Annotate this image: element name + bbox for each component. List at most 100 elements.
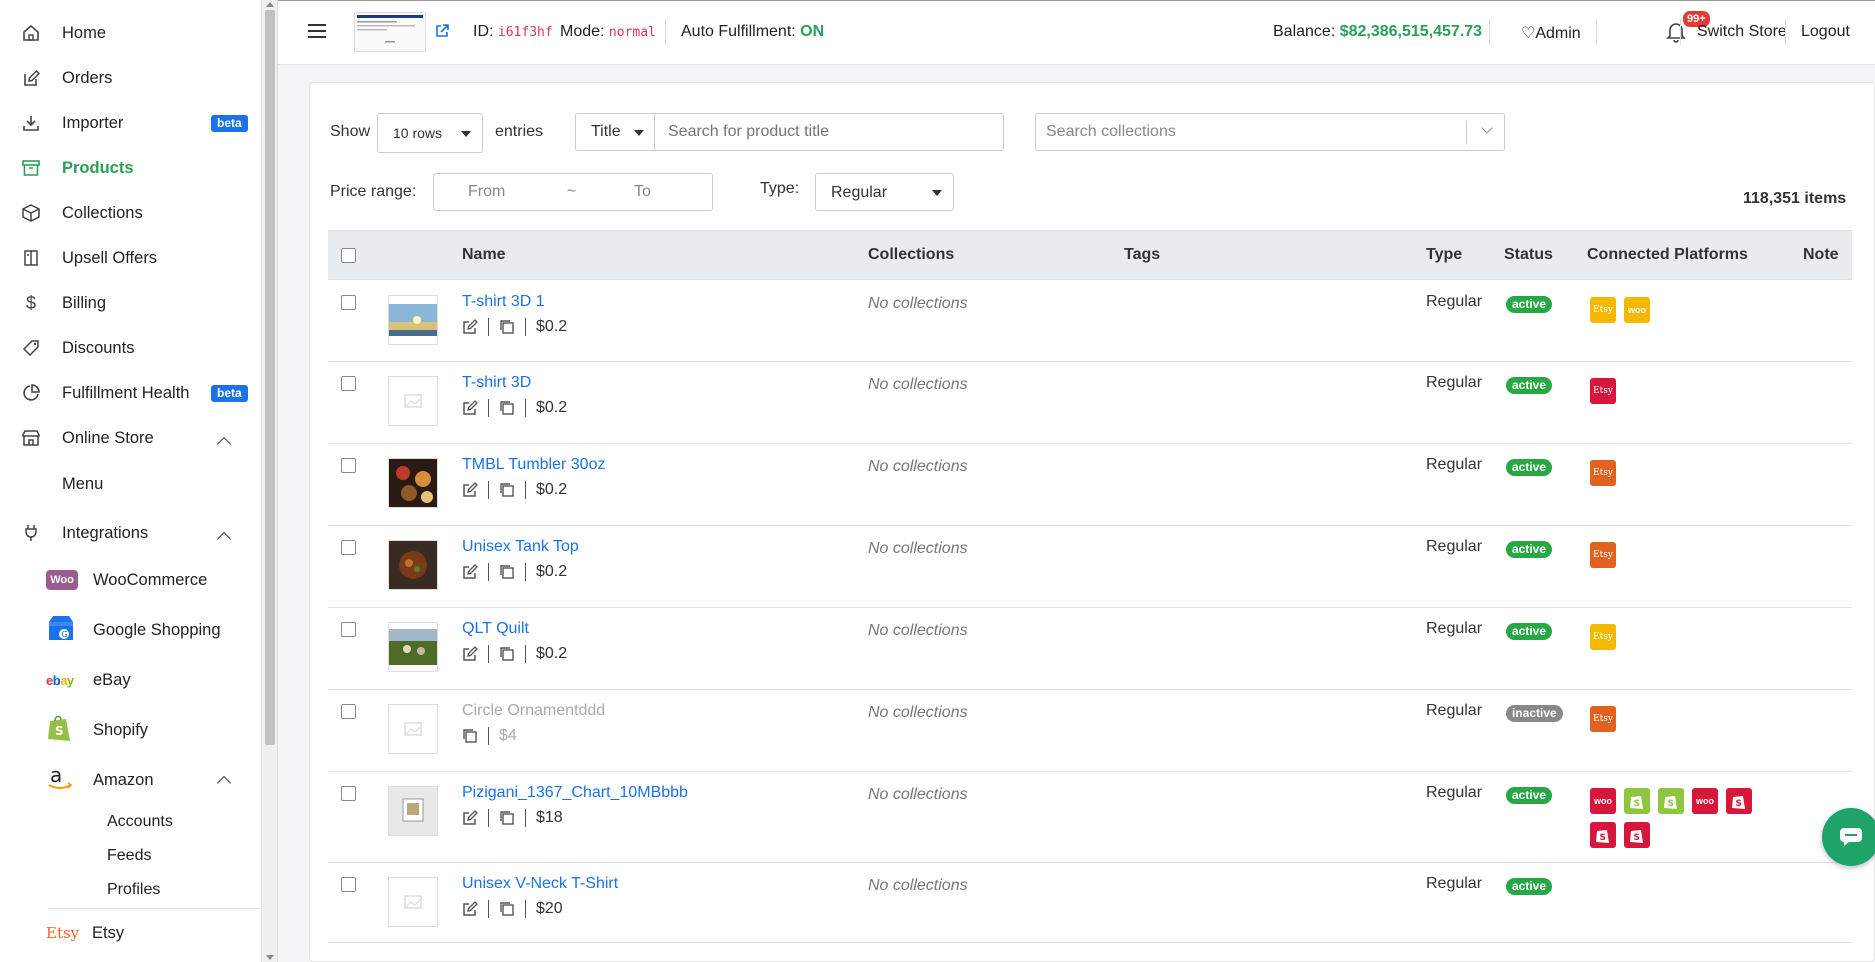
sidebar-item-collections[interactable]: Collections (0, 191, 261, 235)
sidebar-item-billing[interactable]: $ Billing (0, 281, 261, 325)
price-range-input[interactable]: From ~ To (433, 173, 713, 211)
sidebar-item-integrations[interactable]: Integrations (0, 511, 261, 555)
product-name-link[interactable]: TMBL Tumbler 30oz (462, 456, 605, 474)
external-link-icon[interactable] (434, 23, 450, 44)
duplicate-icon[interactable] (499, 901, 515, 917)
sidebar-item-products[interactable]: Products (0, 146, 261, 190)
table-row: Unisex V-Neck T-Shirt $20 No collections Re… (328, 863, 1852, 943)
table-header: Name Collections Tags Type Status Connec… (328, 230, 1852, 280)
edit-link-icon[interactable] (462, 564, 478, 580)
sidebar-item-feeds[interactable]: Feeds (107, 847, 151, 865)
caret-down-icon (461, 131, 471, 137)
edit-link-icon[interactable] (462, 482, 478, 498)
platform-etsy-icon[interactable]: Etsy (1590, 542, 1616, 568)
logout-link[interactable]: Logout (1801, 23, 1850, 41)
platform-woocommerce-icon[interactable]: woo (1624, 297, 1650, 323)
sidebar-scrollbar[interactable] (262, 0, 278, 962)
duplicate-icon[interactable] (499, 810, 515, 826)
hamburger-menu-icon[interactable] (308, 24, 326, 44)
duplicate-icon[interactable] (499, 646, 515, 662)
platform-shopify-icon[interactable]: S (1658, 788, 1684, 814)
bell-icon[interactable] (1666, 21, 1686, 48)
sidebar-item-upsell-offers[interactable]: Upsell Offers (0, 236, 261, 280)
duplicate-icon[interactable] (499, 564, 515, 580)
row-checkbox[interactable] (341, 622, 356, 637)
sidebar-item-profiles[interactable]: Profiles (107, 881, 160, 899)
platform-etsy-icon[interactable]: Etsy (1590, 624, 1616, 650)
platform-shopify-icon[interactable]: S (1624, 788, 1650, 814)
search-field-select[interactable]: Title (575, 113, 655, 151)
product-name-link[interactable]: Unisex Tank Top (462, 538, 579, 556)
chevron-up-icon[interactable] (216, 531, 232, 547)
row-checkbox[interactable] (341, 540, 356, 555)
product-name-link[interactable]: QLT Quilt (462, 620, 529, 638)
collections-search-select[interactable]: Search collections (1035, 113, 1505, 151)
edit-link-icon[interactable] (462, 901, 478, 917)
product-collections: No collections (868, 295, 968, 312)
chevron-up-icon[interactable] (216, 436, 232, 452)
header-name[interactable]: Name (462, 246, 506, 264)
admin-menu[interactable]: ♡Admin (1521, 23, 1581, 43)
sidebar-item-home[interactable]: Home (0, 11, 261, 55)
sidebar-item-fulfillment-health[interactable]: Fulfillment Health beta (0, 371, 261, 415)
sidebar-item-google-shopping[interactable]: G Google Shopping (46, 610, 256, 650)
platform-woocommerce-icon[interactable]: woo (1590, 788, 1616, 814)
type-select[interactable]: Regular (815, 173, 954, 211)
sidebar-item-shopify[interactable]: S Shopify (46, 710, 256, 750)
scrollbar-thumb[interactable] (265, 10, 275, 745)
rows-per-page-select[interactable]: 10 rows (377, 113, 483, 153)
switch-store-link[interactable]: Switch Store (1697, 23, 1787, 41)
platform-shopify-icon[interactable]: S (1590, 822, 1616, 848)
sidebar-item-label: Online Store (62, 428, 154, 447)
duplicate-icon[interactable] (499, 319, 515, 335)
price-to-input[interactable]: To (634, 183, 651, 201)
sidebar-item-woocommerce[interactable]: Woo WooCommerce (46, 560, 256, 600)
chevron-up-icon[interactable] (216, 775, 232, 791)
product-name-link[interactable]: T-shirt 3D 1 (462, 293, 545, 311)
row-checkbox[interactable] (341, 458, 356, 473)
select-all-checkbox[interactable] (341, 248, 356, 263)
sidebar-item-importer[interactable]: Importer beta (0, 101, 261, 145)
product-name-link[interactable]: Pizigani_1367_Chart_10MBbbb (462, 784, 688, 802)
sidebar-item-etsy[interactable]: Etsy Etsy (46, 913, 256, 953)
duplicate-icon[interactable] (499, 400, 515, 416)
price-from-input[interactable]: From (468, 183, 505, 201)
sidebar-item-discounts[interactable]: Discounts (0, 326, 261, 370)
product-name-link[interactable]: Unisex V-Neck T-Shirt (462, 875, 618, 893)
product-title-search-input[interactable] (654, 113, 1004, 151)
edit-link-icon[interactable] (462, 319, 478, 335)
sidebar-item-amazon[interactable]: a Amazon (46, 760, 256, 800)
platform-shopify-icon[interactable]: S (1726, 788, 1752, 814)
platform-woocommerce-icon[interactable]: woo (1692, 788, 1718, 814)
product-name-link[interactable]: Circle Ornamentddd (462, 702, 605, 720)
duplicate-icon[interactable] (499, 482, 515, 498)
scroll-down-arrow-icon[interactable] (266, 955, 274, 960)
duplicate-icon[interactable] (462, 728, 478, 744)
platform-etsy-icon[interactable]: Etsy (1590, 706, 1616, 732)
edit-link-icon[interactable] (462, 646, 478, 662)
sidebar-item-orders[interactable]: Orders (0, 56, 261, 100)
platform-etsy-icon[interactable]: Etsy (1590, 297, 1616, 323)
chat-button[interactable] (1822, 808, 1875, 866)
woocommerce-logo-icon: Woo (46, 570, 78, 590)
row-checkbox[interactable] (341, 295, 356, 310)
row-checkbox[interactable] (341, 786, 356, 801)
sidebar-item-online-store[interactable]: Online Store (0, 416, 261, 460)
platform-shopify-icon[interactable]: S (1624, 822, 1650, 848)
sidebar-item-menu[interactable]: Menu (62, 475, 103, 494)
platform-etsy-icon[interactable]: Etsy (1590, 378, 1616, 404)
row-checkbox[interactable] (341, 877, 356, 892)
sidebar-item-label: Fulfillment Health (62, 383, 190, 402)
scroll-up-arrow-icon[interactable] (266, 2, 274, 7)
row-checkbox[interactable] (341, 704, 356, 719)
edit-link-icon[interactable] (462, 810, 478, 826)
entries-label: entries (495, 123, 544, 140)
chat-icon (1840, 828, 1862, 846)
sidebar-item-accounts[interactable]: Accounts (107, 813, 173, 831)
product-type: Regular (1426, 875, 1483, 892)
product-name-link[interactable]: T-shirt 3D (462, 374, 531, 392)
row-checkbox[interactable] (341, 376, 356, 391)
platform-etsy-icon[interactable]: Etsy (1590, 460, 1616, 486)
edit-link-icon[interactable] (462, 400, 478, 416)
sidebar-item-ebay[interactable]: ebay eBay (46, 660, 256, 700)
